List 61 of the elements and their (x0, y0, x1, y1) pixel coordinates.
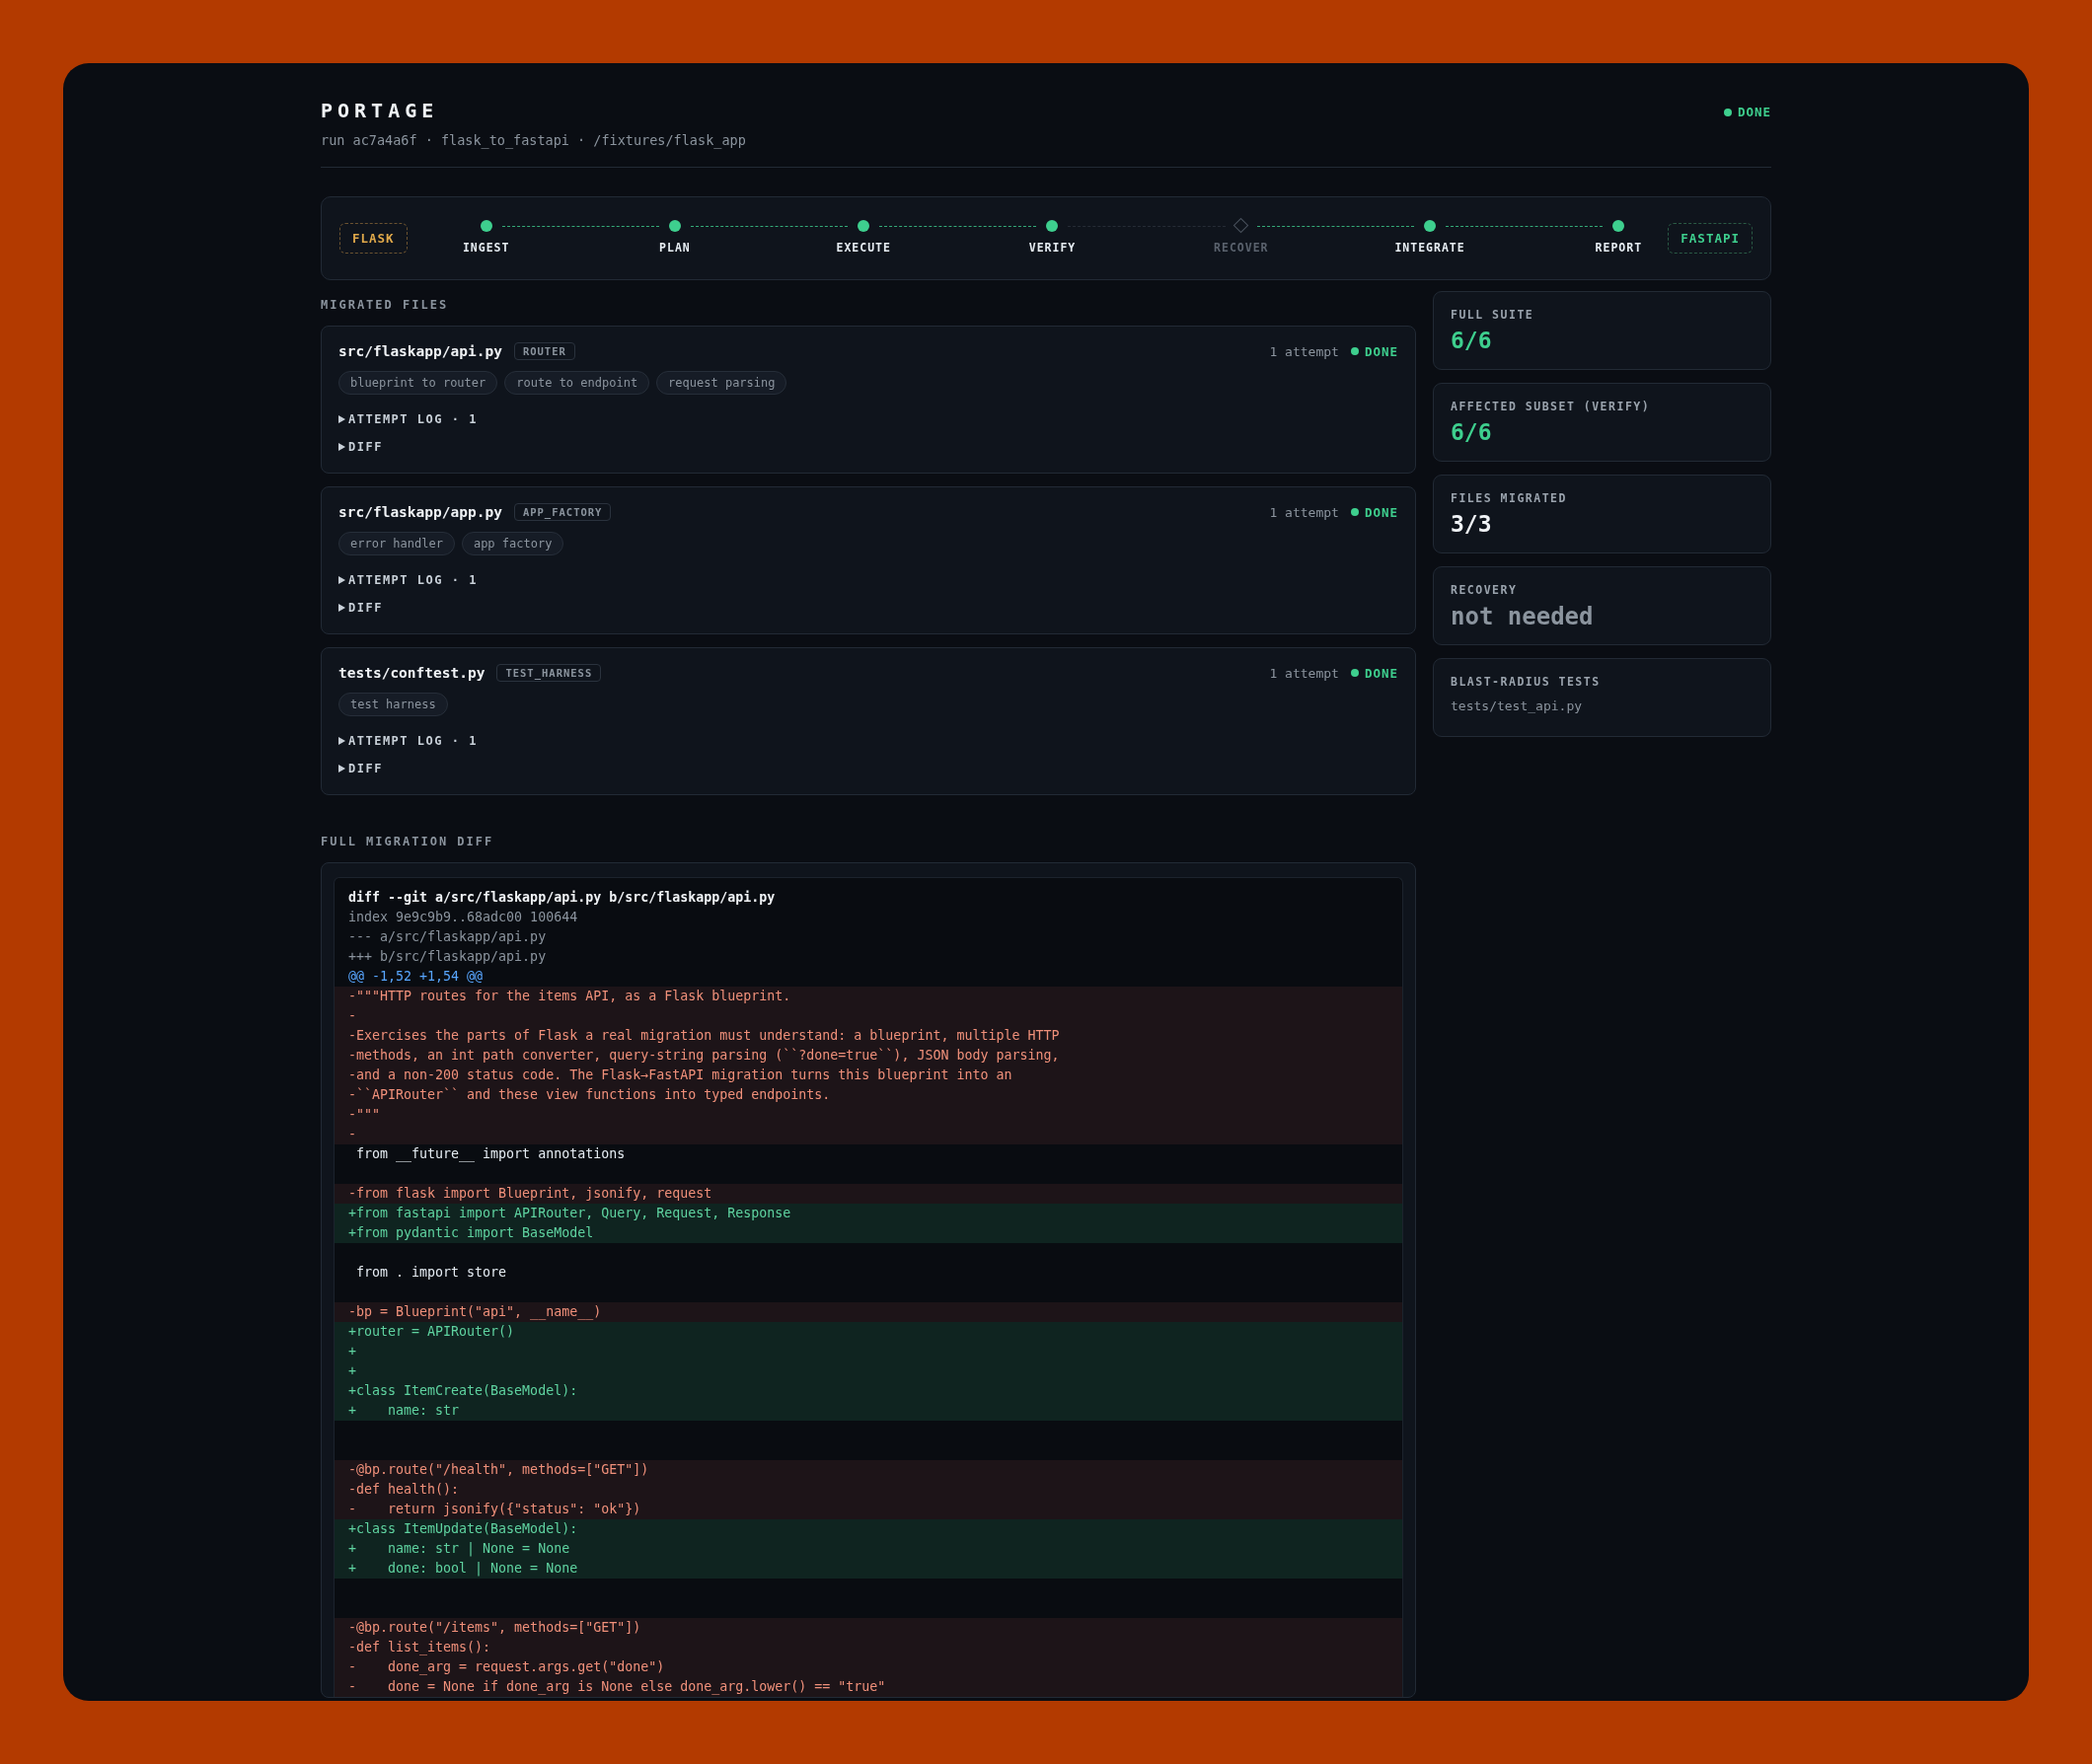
target-framework-label: FASTAPI (1668, 223, 1753, 254)
diff-line: diff --git a/src/flaskapp/api.py b/src/flaskapp/api.py (347, 889, 777, 907)
stat-value: 3/3 (1451, 511, 1493, 537)
stat-label: BLAST-RADIUS TESTS (1451, 675, 1602, 689)
section-heading: MIGRATED FILES (321, 298, 450, 312)
run-status: DONE (1737, 105, 1771, 119)
collapsible-toggle[interactable]: DIFF (338, 762, 383, 775)
stage-label: EXECUTE (836, 240, 891, 255)
caret-icon (338, 443, 345, 451)
caret-icon (338, 576, 345, 584)
file-status: DONE (1364, 665, 1398, 681)
diff-line: +++ b/src/flaskapp/api.py (347, 948, 548, 966)
run-subtitle: run ac7a4a6f · flask_to_fastapi · /fixtures/flask_app (321, 132, 746, 148)
file-path: src/flaskapp/app.py (338, 504, 502, 520)
stat-label: AFFECTED SUBSET (VERIFY) (1451, 400, 1652, 413)
stage-label: REPORT (1595, 240, 1643, 255)
caret-icon (338, 604, 345, 612)
file-path: tests/conftest.py (338, 665, 486, 681)
file-status: DONE (1364, 504, 1398, 520)
stage-label: RECOVER (1214, 240, 1269, 255)
file-path: src/flaskapp/api.py (338, 343, 502, 359)
stage-label: VERIFY (1028, 240, 1077, 255)
app-title: PORTAGE (321, 99, 440, 122)
transform-chip: app factory (461, 532, 564, 555)
stat-value: not needed (1451, 603, 1595, 630)
file-role-tag: TEST_HARNESS (496, 664, 602, 682)
collapsible-toggle[interactable]: ATTEMPT LOG · 1 (338, 573, 478, 587)
stat-label: RECOVERY (1451, 583, 1519, 597)
file-role-tag: APP_FACTORY (513, 503, 612, 521)
stage-label: PLAN (659, 240, 691, 255)
stat-value: tests/test_api.py (1451, 698, 1584, 713)
collapsible-toggle[interactable]: ATTEMPT LOG · 1 (338, 412, 478, 426)
file-status: DONE (1364, 343, 1398, 359)
stage-label: INTEGRATE (1394, 240, 1465, 255)
section-heading: FULL MIGRATION DIFF (321, 835, 495, 848)
attempt-count: 1 attempt (1269, 343, 1339, 359)
transform-chip: error handler (338, 532, 455, 555)
stat-value: 6/6 (1451, 328, 1493, 353)
stat-label: FILES MIGRATED (1451, 491, 1568, 505)
attempt-count: 1 attempt (1269, 665, 1339, 681)
collapsible-toggle[interactable]: ATTEMPT LOG · 1 (338, 734, 478, 748)
collapsible-toggle[interactable]: DIFF (338, 440, 383, 454)
file-role-tag: ROUTER (513, 342, 575, 360)
stage-label: INGEST (462, 240, 510, 255)
attempt-count: 1 attempt (1269, 504, 1339, 520)
caret-icon (338, 415, 345, 423)
source-framework-label: FLASK (339, 223, 408, 254)
diff-line: index 9e9c9b9..68adc00 100644 (347, 909, 579, 926)
transform-chip: request parsing (656, 371, 787, 395)
diff-line: @@ -1,52 +1,54 @@ (347, 968, 485, 986)
collapsible-toggle[interactable]: DIFF (338, 601, 383, 615)
caret-icon (338, 765, 345, 772)
transform-chip: blueprint to router (338, 371, 498, 395)
diff-line: from __future__ import annotations (355, 1145, 627, 1164)
diff-line: --- a/src/flaskapp/api.py (347, 928, 548, 946)
stat-label: FULL SUITE (1451, 308, 1535, 322)
transform-chip: test harness (338, 693, 448, 716)
caret-icon (338, 737, 345, 745)
stat-value: 6/6 (1451, 419, 1493, 445)
diff-line: from . import store (355, 1264, 508, 1282)
transform-chip: route to endpoint (504, 371, 650, 395)
